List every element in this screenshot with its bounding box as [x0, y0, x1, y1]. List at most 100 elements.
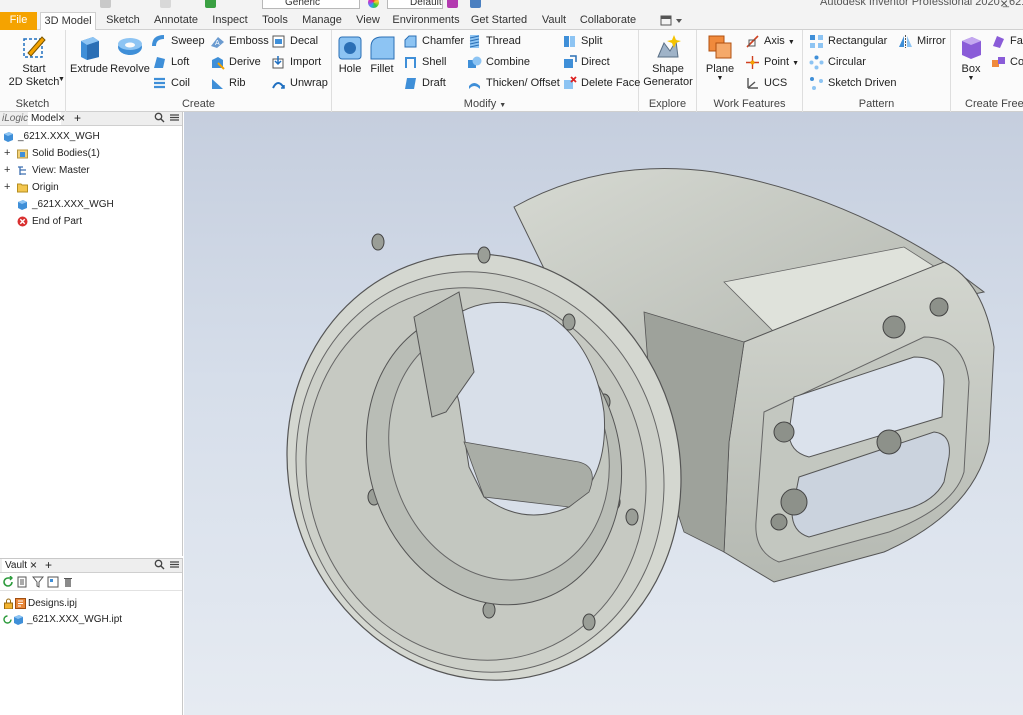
emboss-button[interactable]: A Emboss — [210, 33, 269, 51]
expand-icon[interactable]: + — [4, 162, 12, 179]
close-window-icon[interactable]: × — [1000, 0, 1008, 11]
plane-button[interactable]: Plane ▼ — [701, 33, 739, 82]
tree-item-end-of-part[interactable]: End of Part — [0, 213, 183, 230]
box-button[interactable]: Box ▼ — [953, 33, 989, 82]
tree-item-view-master[interactable]: + View: Master — [0, 162, 183, 179]
tab-collaborate[interactable]: Collaborate — [577, 12, 639, 30]
vault-item-part-file[interactable]: _621X.XXX_WGH.ipt — [0, 611, 183, 628]
tab-ilogic[interactable]: iLogic — [2, 112, 28, 125]
draft-button[interactable]: Draft — [403, 75, 446, 93]
axis-button[interactable]: Axis ▼ — [745, 33, 795, 51]
coil-button[interactable]: Coil — [152, 75, 190, 93]
home-icon[interactable] — [160, 0, 171, 8]
refresh-icon[interactable] — [2, 576, 14, 588]
tab-tools[interactable]: Tools — [257, 12, 293, 30]
tree-item-part-root[interactable]: _621X.XXX_WGH — [0, 128, 183, 145]
rib-button[interactable]: Rib — [210, 75, 246, 93]
coil-icon — [154, 77, 165, 89]
vault-item-designs-ipj[interactable]: Designs.ipj — [0, 595, 183, 612]
tab-view[interactable]: View — [352, 12, 384, 30]
tab-manage[interactable]: Manage — [298, 12, 346, 30]
tree-item-label: Origin — [32, 182, 59, 193]
rectangular-pattern-button[interactable]: Rectangular — [809, 33, 887, 51]
3d-model-render[interactable] — [184, 112, 1023, 715]
filter-icon[interactable] — [32, 576, 44, 588]
trash-icon[interactable] — [62, 576, 74, 588]
revolve-button[interactable]: Revolve — [110, 33, 150, 75]
circular-pattern-button[interactable]: Circular — [809, 54, 866, 72]
thicken-offset-button[interactable]: Thicken/ Offset — [467, 75, 560, 93]
expand-icon[interactable]: + — [4, 179, 12, 196]
tab-environments[interactable]: Environments — [390, 12, 462, 30]
material-combo[interactable]: Generic — [262, 0, 360, 9]
mirror-button[interactable]: Mirror — [898, 33, 946, 51]
clear-override-icon[interactable] — [447, 0, 458, 8]
extrude-button[interactable]: Extrude — [70, 33, 108, 75]
start-2d-sketch-button[interactable]: Start 2D Sketch — [6, 33, 62, 89]
shell-icon — [405, 57, 416, 68]
vault-list-icon[interactable] — [17, 576, 29, 588]
sweep-button[interactable]: Sweep — [152, 33, 205, 51]
adjust-icon[interactable] — [470, 0, 481, 8]
combine-button[interactable]: Combine — [467, 54, 530, 72]
sketch-driven-pattern-icon — [810, 77, 823, 90]
shape-generator-button[interactable]: Shape Generator — [641, 33, 695, 89]
unwrap-button[interactable]: Unwrap — [271, 75, 328, 93]
thread-button[interactable]: Thread — [467, 33, 521, 51]
add-browser-tab-icon[interactable]: + — [74, 112, 81, 125]
update-icon[interactable] — [205, 0, 216, 8]
freeform-face-button[interactable]: Fac — [991, 33, 1023, 51]
close-model-tab-icon[interactable]: × — [58, 112, 65, 125]
ucs-button[interactable]: UCS — [745, 75, 787, 93]
tab-3d-model[interactable]: 3D Model — [40, 12, 96, 31]
sketch-driven-pattern-button[interactable]: Sketch Driven — [809, 75, 896, 93]
import-button[interactable]: Import — [271, 54, 321, 72]
tab-model[interactable]: Model — [28, 112, 62, 125]
panel-title-modify[interactable]: Modify ▼ — [332, 98, 638, 110]
tab-get-started[interactable]: Get Started — [468, 12, 530, 30]
vault-properties-icon[interactable] — [47, 576, 59, 588]
tree-item-solid-bodies[interactable]: + Solid Bodies(1) — [0, 145, 183, 162]
tree-item-label: _621X.XXX_WGH — [32, 199, 114, 210]
close-vault-tab-icon[interactable]: × — [30, 559, 37, 572]
shell-button[interactable]: Shell — [403, 54, 446, 72]
graphics-viewport[interactable] — [184, 112, 1023, 715]
tab-inspect[interactable]: Inspect — [207, 12, 253, 30]
panel-create-freeform: Box ▼ Fac Co Create Freeform — [951, 30, 1023, 112]
delete-face-button[interactable]: Delete Face — [562, 75, 640, 93]
tab-annotate[interactable]: Annotate — [150, 12, 202, 30]
point-button[interactable]: Point ▼ — [745, 54, 799, 72]
project-icon — [15, 598, 26, 609]
chamfer-button[interactable]: Chamfer — [403, 33, 464, 51]
fillet-button[interactable]: Fillet — [366, 33, 398, 75]
decal-button[interactable]: Decal — [271, 33, 318, 51]
part-icon — [18, 200, 27, 210]
plane-icon — [708, 35, 732, 59]
add-vault-tab-icon[interactable]: + — [45, 559, 52, 572]
direct-button[interactable]: Direct — [562, 54, 610, 72]
menu-icon[interactable] — [169, 112, 180, 127]
vault-search-icon[interactable] — [154, 559, 165, 574]
loft-button[interactable]: Loft — [152, 54, 189, 72]
split-button[interactable]: Split — [562, 33, 602, 51]
expand-icon[interactable]: + — [4, 145, 12, 162]
tree-item-solid-feature[interactable]: _621X.XXX_WGH — [0, 196, 183, 213]
tab-sketch[interactable]: Sketch — [101, 12, 145, 30]
appearance-icon[interactable] — [368, 0, 379, 8]
tree-item-origin[interactable]: + Origin — [0, 179, 183, 196]
start-sketch-dropdown-icon[interactable]: ▼ — [58, 76, 65, 83]
derive-button[interactable]: Derive — [210, 54, 261, 72]
tab-vault-browser[interactable]: Vault — [2, 559, 31, 572]
appearance-combo[interactable]: Default — [387, 0, 443, 9]
freeform-convert-button[interactable]: Co — [991, 54, 1023, 72]
modify-dropdown-icon: ▼ — [499, 102, 507, 109]
emboss-icon: A — [211, 37, 224, 48]
search-icon[interactable] — [154, 112, 165, 127]
part-icon — [4, 132, 13, 142]
hole-button[interactable]: Hole — [334, 33, 366, 75]
ribbon-options-button[interactable] — [660, 15, 686, 27]
tab-file[interactable]: File — [0, 12, 37, 30]
tab-vault[interactable]: Vault — [536, 12, 572, 30]
undo-icon[interactable] — [100, 0, 111, 8]
vault-menu-icon[interactable] — [169, 559, 180, 574]
